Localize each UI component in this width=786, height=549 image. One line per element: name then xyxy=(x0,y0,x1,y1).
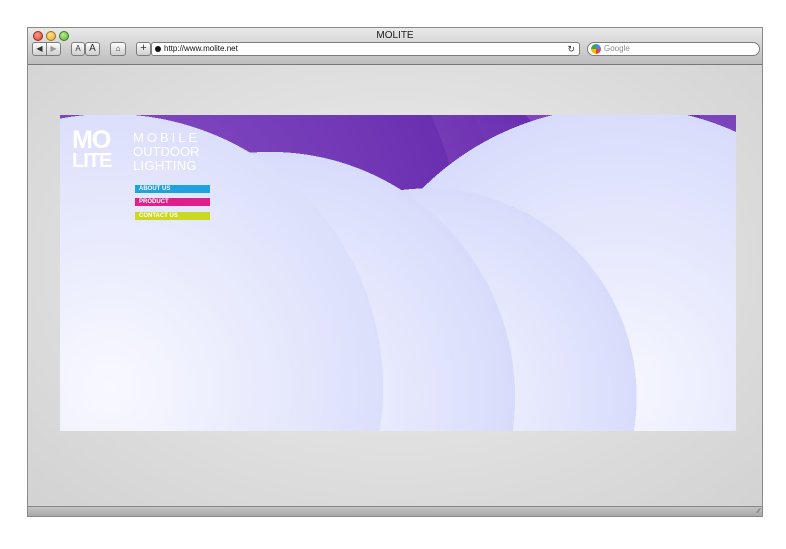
resize-grip-icon[interactable]: ⁄⁄ xyxy=(758,508,760,515)
tagline-line-2: OUTDOOR xyxy=(133,144,200,159)
tagline-line-1: MOBILE xyxy=(133,130,201,145)
page-content: MO LITE MOBILE OUTDOOR LIGHTING ABOUT US… xyxy=(28,65,762,508)
home-button[interactable]: ⌂ xyxy=(110,42,126,56)
title-bar: MOLITE ◀ ▶ A A ⌂ + http://www.molite.net… xyxy=(28,28,762,65)
reload-icon[interactable]: ↻ xyxy=(567,43,575,55)
forward-icon: ▶ xyxy=(50,44,57,53)
back-icon: ◀ xyxy=(36,44,43,53)
hero-image-glowing-spheres: MO LITE MOBILE OUTDOOR LIGHTING ABOUT US… xyxy=(60,115,736,431)
url-text: http://www.molite.net xyxy=(164,44,238,53)
forward-button[interactable]: ▶ xyxy=(46,42,61,56)
browser-window: MOLITE ◀ ▶ A A ⌂ + http://www.molite.net… xyxy=(27,27,763,517)
text-smaller-button[interactable]: A xyxy=(71,42,85,56)
site-icon xyxy=(155,46,161,52)
search-placeholder: Google xyxy=(604,44,630,53)
logo-bottom-text: LITE xyxy=(72,150,112,172)
nav-product[interactable]: PRODUCT xyxy=(135,198,210,206)
google-icon xyxy=(591,44,601,54)
logo-top-text: MO xyxy=(72,126,111,154)
window-title: MOLITE xyxy=(376,30,414,41)
home-icon: ⌂ xyxy=(115,44,121,53)
nav-contact-us[interactable]: CONTACT US xyxy=(135,212,210,220)
search-field[interactable]: Google xyxy=(587,42,760,56)
tagline-line-3: LIGHTING xyxy=(133,158,197,173)
back-button[interactable]: ◀ xyxy=(32,42,47,56)
nav-about-us[interactable]: ABOUT US xyxy=(135,185,210,193)
status-bar: ⁄⁄ xyxy=(28,506,762,516)
text-larger-button[interactable]: A xyxy=(85,42,100,56)
address-bar[interactable]: http://www.molite.net ↻ xyxy=(151,42,580,56)
plus-icon: + xyxy=(140,42,147,54)
add-bookmark-button[interactable]: + xyxy=(136,42,151,56)
